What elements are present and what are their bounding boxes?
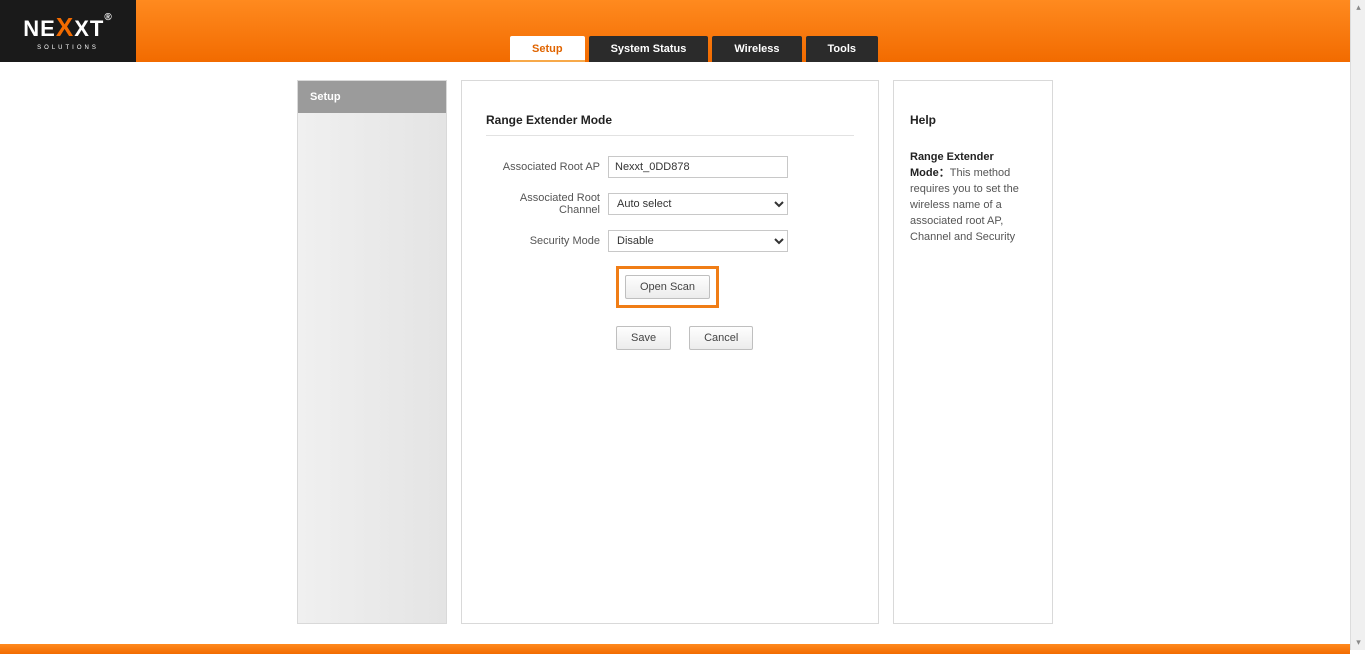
tab-wireless[interactable]: Wireless bbox=[712, 36, 801, 62]
content-panel: Range Extender Mode Associated Root AP A… bbox=[461, 80, 879, 624]
label-security: Security Mode bbox=[486, 235, 608, 247]
input-root-ap[interactable] bbox=[608, 156, 788, 178]
scan-highlight: Open Scan bbox=[616, 266, 719, 308]
row-security: Security Mode Disable bbox=[486, 230, 854, 252]
tab-setup[interactable]: Setup bbox=[510, 36, 585, 62]
header-bar: NEXXT® SOLUTIONS Setup System Status Wir… bbox=[0, 0, 1350, 62]
tab-system-status[interactable]: System Status bbox=[589, 36, 709, 62]
label-root-ap: Associated Root AP bbox=[486, 161, 608, 173]
main-tabs: Setup System Status Wireless Tools bbox=[510, 36, 882, 62]
scroll-down-icon[interactable]: ▾ bbox=[1351, 635, 1365, 650]
select-security[interactable]: Disable bbox=[608, 230, 788, 252]
row-root-ap: Associated Root AP bbox=[486, 156, 854, 178]
cancel-button[interactable]: Cancel bbox=[689, 326, 753, 350]
tab-tools[interactable]: Tools bbox=[806, 36, 879, 62]
action-buttons: Save Cancel bbox=[616, 326, 854, 350]
label-channel: Associated Root Channel bbox=[486, 192, 608, 216]
help-title: Help bbox=[910, 113, 1036, 127]
open-scan-button[interactable]: Open Scan bbox=[625, 275, 710, 299]
save-button[interactable]: Save bbox=[616, 326, 671, 350]
brand-logo: NEXXT® SOLUTIONS bbox=[0, 0, 136, 62]
select-channel[interactable]: Auto select bbox=[608, 193, 788, 215]
brand-tagline: SOLUTIONS bbox=[37, 45, 99, 51]
sidebar-item-setup[interactable]: Setup bbox=[298, 81, 446, 113]
row-channel: Associated Root Channel Auto select bbox=[486, 192, 854, 216]
brand-name: NEXXT® bbox=[23, 12, 112, 43]
help-panel: Help Range Extender Mode：This method req… bbox=[893, 80, 1053, 624]
sidebar: Setup bbox=[297, 80, 447, 624]
scrollbar[interactable]: ▴ ▾ bbox=[1350, 0, 1365, 650]
help-body: Range Extender Mode：This method requires… bbox=[910, 149, 1036, 245]
footer-bar bbox=[0, 644, 1350, 654]
panel-title: Range Extender Mode bbox=[486, 113, 854, 136]
main-content: Setup Range Extender Mode Associated Roo… bbox=[0, 62, 1350, 624]
scroll-up-icon[interactable]: ▴ bbox=[1351, 0, 1365, 15]
scan-row: Open Scan bbox=[616, 266, 854, 308]
